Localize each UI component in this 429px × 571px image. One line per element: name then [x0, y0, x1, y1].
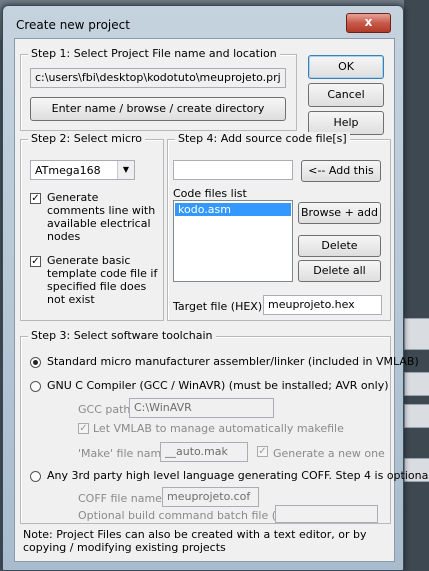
target-file-label: Target file (HEX): — [173, 300, 266, 313]
background-window-edge — [404, 0, 429, 571]
toolchain-coff-label: Any 3rd party high level language genera… — [47, 469, 429, 482]
browse-add-button[interactable]: Browse + add — [298, 202, 381, 224]
gcc-path-label: GCC path: — [78, 403, 135, 416]
step2-legend: Step 2: Select micro — [28, 132, 146, 145]
let-vmlab-label: Let VMLAB to manage automatically makefi… — [93, 422, 344, 435]
new-source-file-input[interactable] — [173, 160, 293, 180]
generate-comments-label: Generate comments line with available el… — [47, 191, 156, 243]
note-text: Note: Project Files can also be created … — [23, 528, 367, 554]
step1-legend: Step 1: Select Project File name and loc… — [28, 47, 280, 60]
background-strip — [404, 372, 429, 396]
step3-group: Step 3: Select software toolchain Standa… — [20, 329, 429, 524]
code-files-list[interactable]: kodo.asm — [173, 200, 293, 282]
project-path-field[interactable]: c:\users\fbi\desktop\kodotuto\meuprojeto… — [30, 68, 286, 88]
coff-file-input[interactable]: meuprojeto.cof — [162, 487, 259, 507]
batch-file-label: Optional build command batch file (BAT): — [78, 509, 305, 522]
generate-new-label: Generate a new one — [273, 447, 385, 460]
dialog-client-area: Step 1: Select Project File name and loc… — [14, 38, 429, 562]
micro-select-value: ATmega168 — [35, 164, 101, 177]
add-this-button[interactable]: <-- Add this — [301, 160, 381, 182]
let-vmlab-checkbox[interactable]: ✓ — [78, 423, 89, 434]
dialog-title: Create new project — [16, 18, 130, 32]
batch-file-input[interactable] — [275, 505, 378, 523]
background-strip — [404, 404, 429, 428]
list-item[interactable]: kodo.asm — [175, 203, 291, 216]
code-files-list-label: Code files list — [173, 187, 247, 200]
target-file-input[interactable]: meuprojeto.hex — [263, 295, 382, 315]
step4-group: Step 4: Add source code file[s] <-- Add … — [167, 132, 391, 321]
toolchain-standard-radio[interactable] — [30, 357, 41, 368]
toolchain-gnu-label: GNU C Compiler (GCC / WinAVR) (must be i… — [47, 379, 389, 392]
chevron-down-icon[interactable]: ▼ — [117, 161, 134, 179]
generate-template-checkbox[interactable]: ✓ — [30, 256, 41, 267]
delete-all-button[interactable]: Delete all — [298, 260, 381, 282]
toolchain-standard-label: Standard micro manufacturer assembler/li… — [47, 355, 419, 368]
delete-button[interactable]: Delete — [298, 235, 381, 257]
gcc-path-input[interactable]: C:\WinAVR — [129, 398, 274, 418]
cancel-button[interactable]: Cancel — [308, 83, 384, 107]
close-button[interactable]: x — [346, 13, 391, 33]
generate-new-checkbox[interactable]: ✓ — [257, 446, 268, 457]
make-file-input[interactable]: __auto.mak — [160, 442, 248, 462]
step1-group: Step 1: Select Project File name and loc… — [20, 47, 297, 131]
generate-comments-checkbox[interactable]: ✓ — [30, 193, 41, 204]
step4-legend: Step 4: Add source code file[s] — [175, 132, 350, 145]
micro-select[interactable]: ATmega168 ▼ — [30, 160, 135, 180]
radio-selected-dot — [33, 360, 38, 365]
create-project-dialog: Create new project x Step 1: Select Proj… — [2, 5, 429, 571]
step3-legend: Step 3: Select software toolchain — [28, 329, 216, 342]
ok-button[interactable]: OK — [308, 55, 384, 79]
coff-file-label: COFF file name: — [78, 492, 166, 505]
toolchain-coff-radio[interactable] — [30, 471, 41, 482]
make-file-label: 'Make' file name: — [78, 447, 172, 460]
browse-directory-button[interactable]: Enter name / browse / create directory — [30, 97, 286, 121]
background-strip — [404, 318, 429, 350]
generate-template-label: Generate basic template code file if spe… — [47, 254, 158, 306]
step2-group: Step 2: Select micro ATmega168 ▼ ✓ Gener… — [20, 132, 164, 321]
toolchain-gnu-radio[interactable] — [30, 381, 41, 392]
